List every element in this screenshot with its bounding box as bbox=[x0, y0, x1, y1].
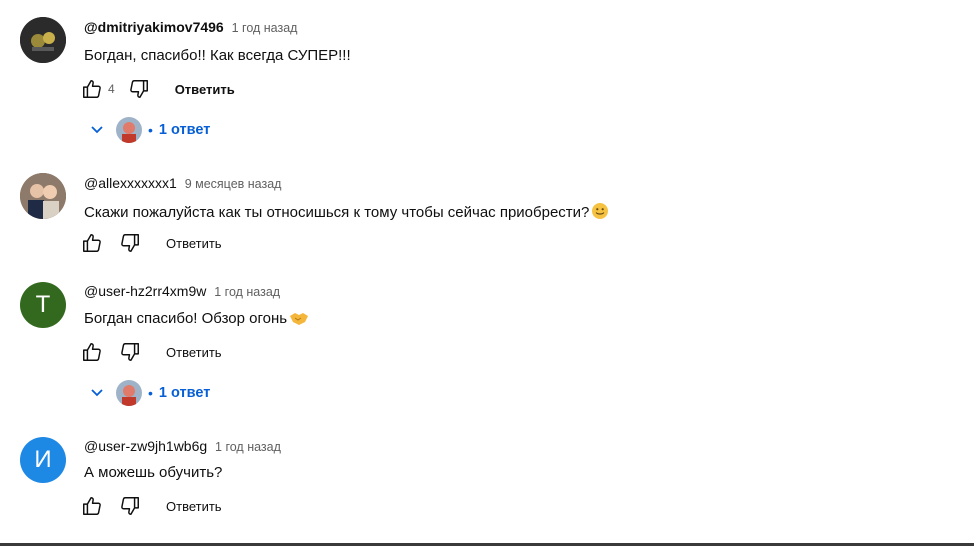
comment-text: А можешь обучить? bbox=[84, 464, 223, 481]
chevron-down-icon bbox=[86, 119, 108, 141]
thumb-up-icon bbox=[83, 343, 101, 361]
replies-count[interactable]: 1 ответ bbox=[159, 122, 210, 138]
view-replies-button[interactable]: • 1 ответ bbox=[86, 115, 210, 145]
comment-author[interactable]: @dmitriyakimov7496 bbox=[84, 19, 224, 35]
comment-time[interactable]: 1 год назад bbox=[214, 285, 280, 299]
comment-time[interactable]: 1 год назад bbox=[232, 21, 298, 35]
dislike-button[interactable] bbox=[116, 229, 144, 257]
comment-header: @user-zw9jh1wb6g 1 год назад bbox=[84, 438, 281, 454]
comment-actions: Ответить bbox=[78, 338, 222, 366]
avatar-image-icon bbox=[20, 173, 66, 219]
view-replies-button[interactable]: • 1 ответ bbox=[86, 378, 210, 408]
comment-author[interactable]: @user-hz2rr4xm9w bbox=[84, 283, 206, 299]
separator-dot: • bbox=[148, 122, 153, 138]
reply-button[interactable]: Ответить bbox=[166, 345, 222, 360]
reply-author-avatar bbox=[116, 117, 142, 143]
comment-text: Скажи пожалуйста как ты относишься к том… bbox=[84, 202, 609, 224]
reply-button[interactable]: Ответить bbox=[166, 499, 222, 514]
avatar[interactable] bbox=[20, 17, 66, 63]
like-button[interactable] bbox=[78, 338, 106, 366]
like-count: 4 bbox=[108, 82, 115, 96]
comment-actions: 4 Ответить bbox=[78, 75, 235, 103]
avatar-letter: И bbox=[34, 446, 52, 473]
comment-text: Богдан спасибо! Обзор огонь bbox=[84, 310, 309, 330]
comment-text: Богдан, спасибо!! Как всегда СУПЕР!!! bbox=[84, 47, 351, 64]
reply-button[interactable]: Ответить bbox=[175, 82, 235, 97]
dislike-button[interactable] bbox=[116, 338, 144, 366]
like-button[interactable] bbox=[78, 75, 106, 103]
avatar[interactable]: Т bbox=[20, 282, 66, 328]
comment-actions: Ответить bbox=[78, 229, 222, 257]
avatar-image-icon bbox=[20, 17, 66, 63]
smile-emoji-icon bbox=[591, 202, 609, 224]
comment-author[interactable]: @user-zw9jh1wb6g bbox=[84, 438, 207, 454]
separator-dot: • bbox=[148, 385, 153, 401]
thumb-up-icon bbox=[83, 234, 101, 252]
comment-author[interactable]: @allexxxxxxx1 bbox=[84, 175, 177, 191]
thumb-down-icon bbox=[129, 80, 148, 98]
chevron-down-icon bbox=[86, 382, 108, 404]
comment-header: @user-hz2rr4xm9w 1 год назад bbox=[84, 283, 280, 299]
like-button[interactable] bbox=[78, 229, 106, 257]
replies-count[interactable]: 1 ответ bbox=[159, 385, 210, 401]
comment-header: @dmitriyakimov7496 1 год назад bbox=[84, 19, 297, 35]
thumb-down-icon bbox=[121, 497, 139, 515]
thumb-up-icon bbox=[83, 497, 101, 515]
thumb-up-icon bbox=[83, 80, 101, 98]
reply-button[interactable]: Ответить bbox=[166, 236, 222, 251]
like-button[interactable] bbox=[78, 492, 106, 520]
comment-time[interactable]: 9 месяцев назад bbox=[185, 177, 282, 191]
comment-text-content: Скажи пожалуйста как ты относишься к том… bbox=[84, 204, 590, 221]
comment-header: @allexxxxxxx1 9 месяцев назад bbox=[84, 175, 281, 191]
avatar-letter: Т bbox=[35, 291, 51, 318]
handshake-emoji-icon bbox=[289, 310, 309, 330]
comment-text-content: Богдан спасибо! Обзор огонь bbox=[84, 310, 288, 327]
thumb-down-icon bbox=[121, 343, 139, 361]
avatar[interactable]: И bbox=[20, 437, 66, 483]
thumb-down-icon bbox=[121, 234, 139, 252]
reply-author-avatar bbox=[116, 380, 142, 406]
avatar[interactable] bbox=[20, 173, 66, 219]
dislike-button[interactable] bbox=[116, 492, 144, 520]
comment-actions: Ответить bbox=[78, 492, 222, 520]
comment-time[interactable]: 1 год назад bbox=[215, 440, 281, 454]
dislike-button[interactable] bbox=[125, 75, 153, 103]
